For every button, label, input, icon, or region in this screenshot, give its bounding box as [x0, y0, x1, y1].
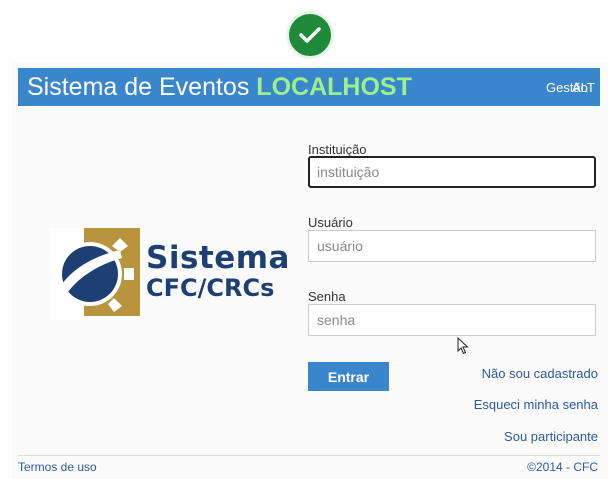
header-menu[interactable]: Gestão ALT	[546, 80, 600, 96]
logo-line-2: CFC/CRCs	[146, 274, 275, 303]
senha-input[interactable]	[308, 304, 596, 336]
instituicao-input[interactable]	[308, 156, 596, 188]
sou-participante-link[interactable]: Sou participante	[504, 429, 598, 444]
usuario-input[interactable]	[308, 230, 596, 262]
app-title-prefix: Sistema de Eventos	[27, 73, 257, 101]
alt-menu-link[interactable]: ALT	[572, 80, 595, 95]
usuario-label: Usuário	[308, 215, 353, 230]
logo-wordmark: Sistema CFC/CRCs	[146, 240, 290, 303]
esqueci-senha-link[interactable]: Esqueci minha senha	[474, 397, 598, 412]
entrar-button[interactable]: Entrar	[308, 362, 389, 391]
footer-divider	[18, 455, 600, 456]
checkmark-icon	[286, 11, 334, 59]
logo-line-1: Sistema	[146, 240, 290, 276]
copyright-text: ©2014 - CFC	[527, 460, 598, 474]
mouse-pointer-icon	[457, 337, 469, 355]
termos-de-uso-link[interactable]: Termos de uso	[18, 460, 97, 474]
nao-cadastrado-link[interactable]: Não sou cadastrado	[482, 366, 598, 381]
environment-label: LOCALHOST	[256, 73, 412, 101]
app-header: Sistema de Eventos LOCALHOST Gestão ALT	[18, 68, 600, 106]
instituicao-label: Instituição	[308, 142, 367, 157]
app-title: Sistema de Eventos LOCALHOST	[27, 73, 412, 102]
senha-label: Senha	[308, 289, 346, 304]
